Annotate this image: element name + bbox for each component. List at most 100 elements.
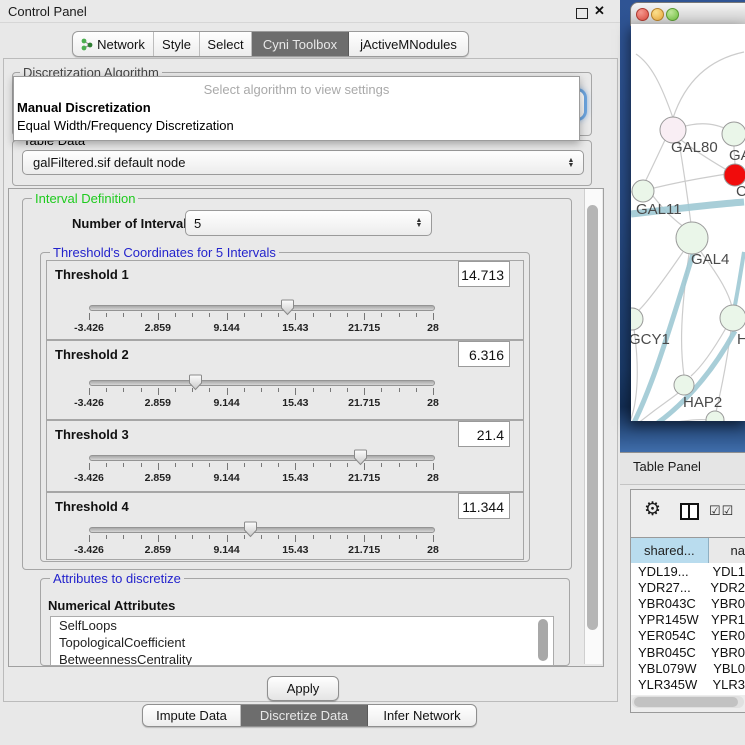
slider-tick — [364, 313, 365, 320]
attribute-list-item[interactable]: SelfLoops — [51, 617, 553, 634]
number-of-intervals-spinner[interactable]: 5 ▲▼ — [185, 210, 432, 236]
network-node-label: GAL80 — [671, 139, 718, 156]
threshold-value-field[interactable]: 11.344 — [458, 493, 510, 519]
attributes-list-scrollbar-thumb[interactable] — [538, 619, 548, 661]
slider-tick — [416, 535, 417, 539]
checkboxes-icon[interactable]: ☑☑ — [709, 503, 734, 519]
table-row[interactable]: YPR145WYPR1 — [631, 612, 745, 628]
number-of-intervals-label: Number of Intervals — [72, 216, 194, 231]
table-row[interactable]: YER054CYER0 — [631, 628, 745, 644]
slider-tick — [192, 535, 193, 539]
slider-tick — [89, 388, 90, 395]
table-row[interactable]: YBR043CYBR0 — [631, 595, 745, 611]
slider-tick — [313, 313, 314, 317]
slider-tick — [278, 535, 279, 539]
apply-button[interactable]: Apply — [267, 676, 339, 701]
cell-shared-name: YLR345W — [631, 677, 712, 692]
attribute-list-item[interactable]: TopologicalCoefficient — [51, 634, 553, 651]
slider-tick — [192, 313, 193, 317]
slider-tick — [347, 388, 348, 392]
tab-network[interactable]: Network — [73, 32, 154, 56]
threshold-value-field[interactable]: 14.713 — [458, 261, 510, 287]
threshold-slider-track[interactable] — [89, 380, 435, 386]
gear-icon[interactable]: ⚙ — [644, 500, 661, 519]
column-header-shared[interactable]: shared... — [631, 538, 709, 563]
tab-jactivemnodules[interactable]: jActiveMNodules — [349, 32, 468, 56]
network-node[interactable] — [676, 222, 708, 254]
slider-tick — [123, 535, 124, 539]
vertical-scrollbar-thumb[interactable] — [587, 205, 598, 630]
cell-name: YER0 — [711, 628, 745, 643]
slider-tick-row — [89, 535, 434, 542]
interval-definition-label: Interval Definition — [32, 191, 138, 206]
threshold-panel: Threshold 4-3.4262.8599.14415.4321.71528… — [46, 492, 524, 560]
float-window-icon[interactable] — [576, 8, 588, 19]
tab-impute-data[interactable]: Impute Data — [143, 705, 241, 726]
network-node[interactable] — [722, 122, 745, 146]
threshold-panel: Threshold 3-3.4262.8599.14415.4321.71528… — [46, 420, 524, 492]
numerical-attributes-title: Numerical Attributes — [48, 598, 175, 613]
table-row[interactable]: YBR045CYBR0 — [631, 644, 745, 660]
cell-shared-name: YDL19... — [631, 564, 712, 579]
slider-tick — [158, 313, 159, 320]
slider-tick — [244, 535, 245, 539]
close-traffic-light[interactable] — [636, 8, 649, 21]
slider-tick-label: 21.715 — [348, 322, 380, 334]
number-of-intervals-value: 5 — [186, 216, 412, 231]
network-node-label: GCY1 — [631, 331, 670, 348]
slider-tick — [141, 535, 142, 539]
dropdown-option-equal-width[interactable]: Equal Width/Frequency Discretization — [17, 118, 234, 133]
slider-tick — [416, 388, 417, 392]
network-node[interactable] — [674, 375, 694, 395]
network-node[interactable] — [632, 180, 654, 202]
horizontal-scrollbar-thumb[interactable] — [634, 697, 738, 707]
table-row[interactable]: YIL052CYIL0 — [631, 693, 745, 696]
slider-tick — [227, 313, 228, 320]
slider-tick — [330, 463, 331, 467]
threshold-slider-track[interactable] — [89, 305, 435, 311]
network-icon — [81, 38, 93, 51]
network-node-label: GAL11 — [636, 201, 682, 218]
table-row[interactable]: YDR27...YDR2 — [631, 579, 745, 595]
close-icon[interactable]: ✕ — [594, 3, 605, 19]
network-node[interactable] — [706, 411, 724, 421]
threshold-slider-track[interactable] — [89, 455, 435, 461]
table-row[interactable]: YDL19...YDL1 — [631, 563, 745, 579]
tab-style[interactable]: Style — [154, 32, 200, 56]
table-data-combobox[interactable]: galFiltered.sif default node ▲▼ — [22, 150, 584, 175]
slider-tick — [399, 463, 400, 467]
network-edge — [645, 140, 665, 182]
threshold-panel: Threshold 1-3.4262.8599.14415.4321.71528… — [46, 260, 524, 340]
network-node[interactable] — [631, 308, 643, 330]
tab-select[interactable]: Select — [200, 32, 252, 56]
dropdown-option-manual-discretization[interactable]: Manual Discretization — [17, 100, 151, 115]
slider-tick-label: 15.43 — [282, 397, 308, 409]
top-tab-bar: Network Style Select Cyni Toolbox jActiv… — [72, 31, 469, 57]
network-view-canvas[interactable]: GAL80GALGAL11GAL4GCY1HHAP2C — [631, 24, 745, 421]
zoom-traffic-light[interactable] — [666, 8, 679, 21]
slider-tick — [158, 463, 159, 470]
table-row[interactable]: YLR345WYLR3 — [631, 676, 745, 692]
slider-tick — [106, 388, 107, 392]
slider-tick-label: 2.859 — [145, 397, 171, 409]
tab-cyni-toolbox[interactable]: Cyni Toolbox — [252, 32, 349, 56]
slider-tick-label: 15.43 — [282, 322, 308, 334]
network-node[interactable] — [720, 305, 745, 331]
table-row[interactable]: YBL079WYBL0 — [631, 660, 745, 676]
slider-tick — [227, 463, 228, 470]
cell-shared-name: YBL079W — [631, 661, 713, 676]
threshold-value-field[interactable]: 21.4 — [458, 421, 510, 447]
cell-name: YDR2 — [710, 580, 745, 595]
tab-infer-network[interactable]: Infer Network — [368, 705, 476, 726]
columns-icon[interactable] — [680, 503, 699, 520]
attribute-list-item[interactable]: BetweennessCentrality — [51, 651, 553, 666]
cell-shared-name: YER054C — [631, 628, 711, 643]
threshold-value-field[interactable]: 6.316 — [458, 341, 510, 367]
tab-discretize-data[interactable]: Discretize Data — [241, 705, 368, 726]
tab-label: Style — [162, 37, 191, 52]
threshold-slider-track[interactable] — [89, 527, 435, 533]
table-header-row: shared... na — [631, 537, 745, 564]
slider-tick — [192, 463, 193, 467]
column-header-name[interactable]: na — [709, 538, 745, 563]
minimize-traffic-light[interactable] — [651, 8, 664, 21]
